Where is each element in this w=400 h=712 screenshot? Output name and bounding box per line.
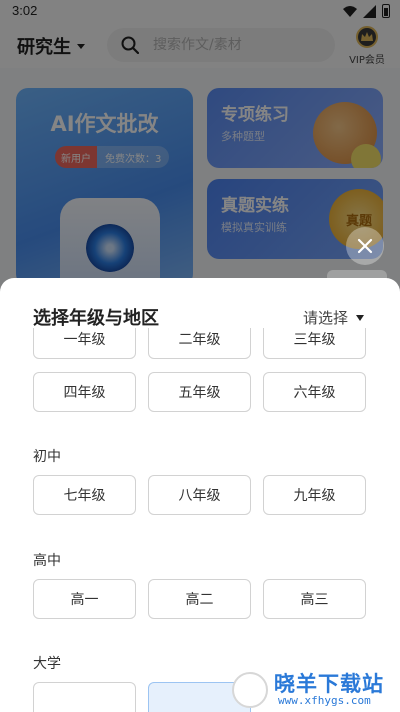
grade-button[interactable]: 高一 bbox=[33, 579, 136, 619]
grade-button[interactable]: 一年级 bbox=[33, 328, 136, 359]
grade-list[interactable]: 一年级 二年级 三年级 四年级 五年级 六年级 初中 七年级 八年级 九年级 高… bbox=[0, 328, 400, 712]
grade-button[interactable]: 八年级 bbox=[148, 475, 251, 515]
caret-down-icon bbox=[356, 314, 365, 321]
grade-button[interactable]: 三年级 bbox=[263, 328, 366, 359]
grade-button[interactable]: 二年级 bbox=[148, 328, 251, 359]
section-label-college: 大学 bbox=[33, 656, 61, 672]
close-button[interactable] bbox=[346, 227, 384, 265]
grade-button[interactable]: 七年级 bbox=[33, 475, 136, 515]
close-icon bbox=[357, 238, 373, 254]
grade-button[interactable]: 六年级 bbox=[263, 372, 366, 412]
grade-button[interactable]: 九年级 bbox=[263, 475, 366, 515]
region-placeholder: 请选择 bbox=[303, 309, 349, 327]
section-label-senior: 高中 bbox=[33, 553, 61, 569]
region-selector[interactable]: 请选择 bbox=[303, 307, 365, 328]
grade-button[interactable]: 四年级 bbox=[33, 372, 136, 412]
watermark-url: www.xfhygs.com bbox=[278, 694, 371, 707]
grade-button[interactable] bbox=[33, 682, 136, 712]
grade-region-sheet: 选择年级与地区 请选择 一年级 二年级 三年级 四年级 五年级 六年级 初中 七… bbox=[0, 278, 400, 712]
grade-button[interactable]: 高三 bbox=[263, 579, 366, 619]
section-label-junior: 初中 bbox=[33, 449, 61, 465]
watermark: 晓羊下载站 www.xfhygs.com bbox=[232, 668, 400, 712]
grade-button[interactable]: 高二 bbox=[148, 579, 251, 619]
sheet-title: 选择年级与地区 bbox=[33, 308, 159, 329]
grade-button[interactable]: 五年级 bbox=[148, 372, 251, 412]
sheep-logo-icon bbox=[232, 672, 268, 708]
